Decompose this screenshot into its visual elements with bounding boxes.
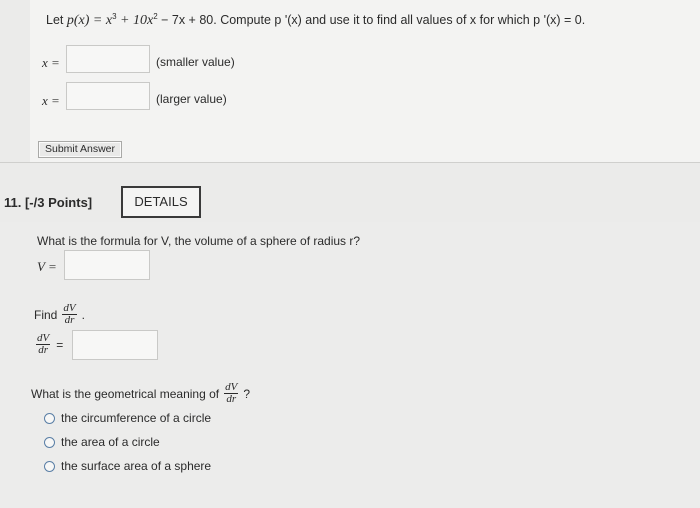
option-surface-area[interactable]: the surface area of a sphere xyxy=(44,459,211,473)
radio-circumference[interactable] xyxy=(44,412,55,424)
x-label-larger: x = xyxy=(42,93,60,108)
geometric-meaning-prompt: What is the geometrical meaning of dV dr… xyxy=(31,381,251,405)
section-divider xyxy=(0,162,700,163)
find-derivative-label: Find dV dr . xyxy=(34,302,85,326)
volume-formula-prompt: What is the formula for V, the volume of… xyxy=(37,234,361,248)
smaller-value-hint: (smaller value) xyxy=(156,55,235,69)
radio-area[interactable] xyxy=(44,436,55,448)
option-area-label: the area of a circle xyxy=(61,435,160,449)
option-circumference-label: the circumference of a circle xyxy=(61,411,212,425)
larger-value-hint: (larger value) xyxy=(156,92,227,106)
x-label-smaller: x = xyxy=(42,55,60,70)
volume-formula-input[interactable] xyxy=(64,250,150,280)
derivative-input[interactable] xyxy=(72,330,158,360)
submit-answer-button[interactable]: Submit Answer xyxy=(38,141,122,158)
radio-surface-area[interactable] xyxy=(44,460,55,472)
option-surface-area-label: the surface area of a sphere xyxy=(61,459,212,473)
dv-dr-fraction: dV dr xyxy=(62,302,77,326)
option-circumference[interactable]: the circumference of a circle xyxy=(44,411,211,425)
x-smaller-input[interactable] xyxy=(66,45,150,73)
x-larger-input[interactable] xyxy=(66,82,150,110)
v-label: V = xyxy=(37,259,57,274)
option-area[interactable]: the area of a circle xyxy=(44,435,160,449)
dv-dr-label: dV dr = xyxy=(36,332,64,356)
question-11-points: 11. [-/3 Points] xyxy=(4,195,93,210)
question-10-prompt: Let p(x) = x3 + 10x2 − 7x + 80. Compute … xyxy=(46,12,586,28)
details-button[interactable]: DETAILS xyxy=(121,186,201,218)
